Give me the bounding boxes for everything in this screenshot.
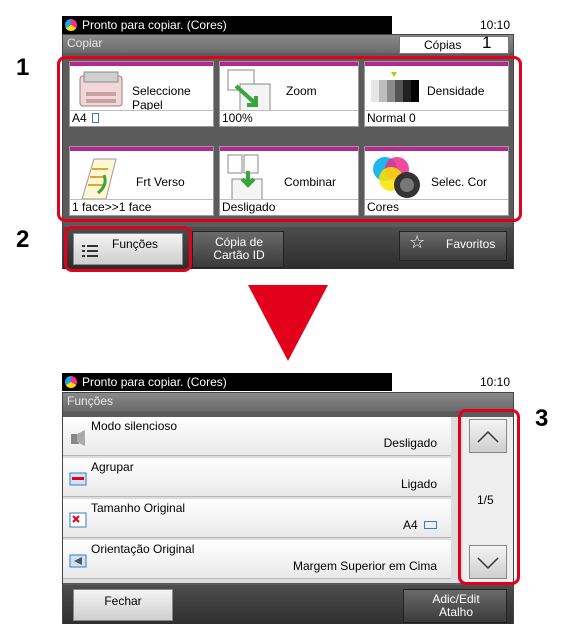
callout-1: 1 [16,54,30,81]
functions-title: Funções [67,394,114,408]
copies-field[interactable]: Cópias 1 [399,33,509,54]
top-status-text: Pronto para copiar. (Cores) [82,18,227,32]
row-label: Agrupar [91,460,134,474]
top-status-bar: Pronto para copiar. (Cores) [62,16,392,34]
shortcut-label: Adic/Edit Atalho [432,592,480,619]
landscape-paper-icon [424,521,437,529]
row-label: Tamanho Original [91,501,186,515]
top-clock: 10:10 [480,16,511,34]
row-value: Ligado [400,477,437,491]
orientation-icon [69,554,87,568]
favorites-label: Favoritos [446,237,496,251]
scroll-highlight [458,409,520,585]
copies-value: 1 [482,33,492,52]
tiles-highlight [57,56,522,222]
collate-icon [69,472,87,486]
row-label: Modo silencioso [91,419,178,433]
callout-2: 2 [16,226,30,253]
color-status-icon [65,19,77,31]
id-card-label: Cópia de Cartão ID [213,235,265,262]
add-edit-shortcut-button[interactable]: Adic/Edit Atalho [403,589,507,623]
close-label: Fechar [104,594,142,608]
list-item-original-orientation[interactable]: Orientação Original Margem Superior em C… [63,540,451,579]
favorites-button[interactable]: ☆ Favoritos [399,231,507,261]
callout-3: 3 [535,405,549,432]
bottom-clock: 10:10 [480,373,511,391]
bottom-status-bar: Pronto para copiar. (Cores) [62,373,392,391]
functions-title-bar: Funções [63,393,513,411]
down-arrow-icon [248,285,328,361]
row-value: Margem Superior em Cima [292,559,437,573]
functions-screen: Funções Modo silencioso Desligado Agrupa… [62,392,514,624]
list-item-quiet-mode[interactable]: Modo silencioso Desligado [63,417,451,456]
row-value-wrap: A4 [403,518,437,532]
list-item-original-size[interactable]: Tamanho Original A4 [63,499,451,538]
speaker-icon [71,430,85,446]
mode-title: Copiar [67,36,103,50]
color-status-icon [65,376,77,388]
star-icon: ☆ [409,232,426,252]
original-size-icon [69,512,87,528]
list-item-collate[interactable]: Agrupar Ligado [63,458,451,497]
row-value: Desligado [383,436,437,450]
close-button[interactable]: Fechar [73,589,173,621]
copies-label: Cópias [424,38,462,52]
id-card-copy-button[interactable]: Cópia de Cartão ID [192,231,284,268]
bottom-status-text: Pronto para copiar. (Cores) [82,375,227,389]
row-value: A4 [402,518,418,532]
functions-list: Modo silencioso Desligado Agrupar Ligado… [63,417,463,583]
row-label: Orientação Original [91,542,195,556]
functions-highlight [64,226,192,272]
